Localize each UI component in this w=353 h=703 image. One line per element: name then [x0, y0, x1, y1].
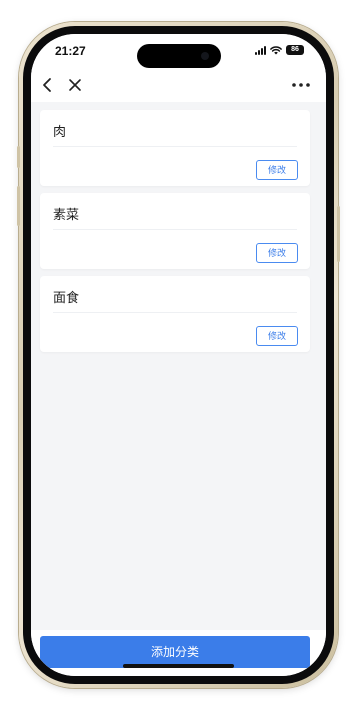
edit-button[interactable]: 修改 — [256, 160, 298, 180]
home-indicator[interactable] — [123, 664, 234, 668]
divider — [53, 146, 297, 147]
category-list: 肉 修改 素菜 修改 面食 修改 — [40, 110, 310, 359]
category-name: 肉 — [53, 125, 67, 140]
status-time: 21:27 — [55, 44, 86, 58]
screen: 21:27 86 肉 修改 素菜 修改 面食 修改 添加分类 — [31, 34, 326, 676]
divider — [53, 312, 297, 313]
nav-bar — [31, 72, 326, 102]
wifi-icon — [270, 45, 282, 54]
dynamic-island — [137, 44, 221, 68]
side-button-right — [337, 206, 340, 262]
edit-button[interactable]: 修改 — [256, 243, 298, 263]
battery-icon: 86 — [286, 45, 304, 55]
edit-button[interactable]: 修改 — [256, 326, 298, 346]
footer-bar: 添加分类 — [31, 630, 326, 676]
category-card: 肉 修改 — [40, 110, 310, 186]
chevron-left-icon[interactable] — [39, 76, 57, 94]
category-name: 素菜 — [53, 208, 80, 223]
side-button-left-1 — [17, 146, 20, 168]
page: 21:27 86 肉 修改 素菜 修改 面食 修改 添加分类 — [0, 0, 353, 703]
more-horizontal-icon[interactable] — [290, 77, 312, 93]
divider — [53, 229, 297, 230]
camera-icon — [201, 52, 209, 60]
category-name: 面食 — [53, 291, 80, 306]
category-card: 面食 修改 — [40, 276, 310, 352]
status-icons: 86 — [255, 45, 304, 55]
close-icon[interactable] — [67, 77, 83, 93]
signal-icon — [255, 45, 266, 55]
category-card: 素菜 修改 — [40, 193, 310, 269]
side-button-left-2 — [17, 186, 20, 226]
